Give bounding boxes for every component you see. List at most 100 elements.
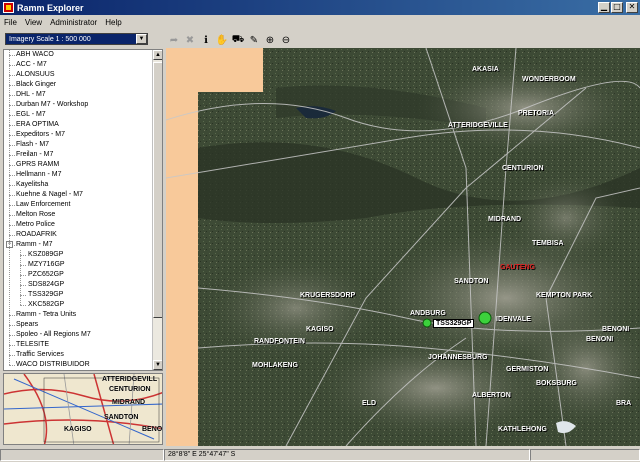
tree-group-item[interactable]: Black Ginger xyxy=(4,80,152,90)
app-icon xyxy=(3,2,14,13)
status-coordinates: 28°8'8" E 25°47'47" S xyxy=(164,449,530,461)
scroll-up-icon[interactable]: ▲ xyxy=(153,50,162,60)
tree-group-item[interactable]: DHL - M7 xyxy=(4,90,152,100)
tree-item-label: TELESITE xyxy=(16,341,50,348)
tree-group-item[interactable]: Hellmann - M7 xyxy=(4,170,152,180)
map-label: JOHANNESBURG xyxy=(428,354,488,361)
status-right xyxy=(530,449,640,461)
tree-group-item[interactable]: Flash - M7 xyxy=(4,140,152,150)
tree-group-item[interactable]: ACC - M7 xyxy=(4,60,152,70)
tree-item-label: ABH WACO xyxy=(16,51,54,58)
satellite-map[interactable]: AKASIA WONDERBOOM PRETORIA ATTERIDGEVILL… xyxy=(166,48,640,446)
map-label: ANDBURG xyxy=(410,310,446,317)
tree-group-item[interactable]: ROADAFRIK xyxy=(4,230,152,240)
tree-group-item[interactable]: Ramm - Tetra Units xyxy=(4,310,152,320)
tree-group-item[interactable]: Metro Police xyxy=(4,220,152,230)
delete-icon[interactable]: ✖ xyxy=(183,33,197,47)
map-label: ELD xyxy=(362,400,376,407)
tree-item-label: Traffic Services xyxy=(16,351,64,358)
maximize-button[interactable]: □ xyxy=(611,2,623,13)
map-toolbar: ➦ ✖ ℹ ✋ ⛟ ✎ ⊕ ⊖ xyxy=(167,31,293,49)
scroll-down-icon[interactable]: ▼ xyxy=(153,360,162,370)
overview-label: CENTURION xyxy=(109,386,151,393)
map-label: MOHLAKENG xyxy=(252,362,298,369)
tree-item-label: Black Ginger xyxy=(16,81,57,88)
tree-item-label: EGL - M7 xyxy=(16,111,46,118)
tree-group-item[interactable]: Melton Rose xyxy=(4,210,152,220)
scale-select[interactable]: Imagery Scale 1 : 500 000 ▼ xyxy=(5,33,148,45)
map-label: CENTURION xyxy=(502,165,544,172)
overview-map[interactable]: ATTERIDGEVILL CENTURION MIDRAND SANDTON … xyxy=(3,373,163,445)
menu-file[interactable]: File xyxy=(0,18,21,27)
map-label: IDENVALE xyxy=(496,316,531,323)
tree-item-label: WACO DISTRIBUIDOR xyxy=(16,361,90,368)
zoom-in-icon[interactable]: ⊕ xyxy=(263,33,277,47)
overview-label: MIDRAND xyxy=(112,399,146,406)
tree-scrollbar[interactable]: ▲ ▼ xyxy=(152,50,162,370)
tree-vehicle-item[interactable]: SDS824GP xyxy=(4,280,152,290)
tree-item-label: MZY716GP xyxy=(28,261,65,268)
tree-group-item[interactable]: − Ramm - M7 xyxy=(4,240,152,250)
tree-group-item[interactable]: WACO DISTRIBUIDOR xyxy=(4,360,152,370)
tree-group-item[interactable]: Durban M7 - Workshop xyxy=(4,100,152,110)
tree-group-item[interactable]: ABH WACO xyxy=(4,50,152,60)
measure-icon[interactable]: ✎ xyxy=(247,33,261,47)
map-label: RANDFONTEIN xyxy=(254,338,305,345)
tree-group-item[interactable]: TELESITE xyxy=(4,340,152,350)
tree-group-item[interactable]: Kayelitsha xyxy=(4,180,152,190)
tree-vehicle-item[interactable]: XKC582GP xyxy=(4,300,152,310)
tree-group-item[interactable]: Freilan - M7 xyxy=(4,150,152,160)
tree-group-item[interactable]: Expeditors - M7 xyxy=(4,130,152,140)
tree-item-label: KSZ089GP xyxy=(28,251,64,258)
vehicle-marker-icon[interactable] xyxy=(478,311,492,325)
tree-group-item[interactable]: ALONSUUS xyxy=(4,70,152,80)
tree-item-label: Durban M7 - Workshop xyxy=(16,101,89,108)
tree-item-label: DHL - M7 xyxy=(16,91,46,98)
vehicle-locate-icon[interactable]: ⛟ xyxy=(231,33,245,47)
overview-roads xyxy=(4,374,162,444)
map-label: KEMPTON PARK xyxy=(536,292,593,299)
tree-item-label: Kayelitsha xyxy=(16,181,49,188)
tree-vehicle-item[interactable]: KSZ089GP xyxy=(4,250,152,260)
tree-group-item[interactable]: Spoleo - All Regions M7 xyxy=(4,330,152,340)
map-label: KRUGERSDORP xyxy=(300,292,356,299)
tree-item-label: Freilan - M7 xyxy=(16,151,54,158)
map-label: SANDTON xyxy=(454,278,489,285)
tree-vehicle-item[interactable]: MZY716GP xyxy=(4,260,152,270)
title-bar[interactable]: Ramm Explorer ▁ □ ✕ xyxy=(0,0,640,15)
tree-group-item[interactable]: Kuehne & Nagel - M7 xyxy=(4,190,152,200)
pan-hand-icon[interactable]: ✋ xyxy=(215,33,229,47)
overview-label: KAGISO xyxy=(64,426,92,433)
scale-select-value: Imagery Scale 1 : 500 000 xyxy=(9,35,91,43)
tree-group-item[interactable]: EGL - M7 xyxy=(4,110,152,120)
chevron-down-icon[interactable]: ▼ xyxy=(136,34,147,44)
tree-group-item[interactable]: ERA OPTIMA xyxy=(4,120,152,130)
info-icon[interactable]: ℹ xyxy=(199,33,213,47)
map-label: TEMBISA xyxy=(532,240,564,247)
tree-group-item[interactable]: Traffic Services xyxy=(4,350,152,360)
tree-group-item[interactable]: GPRS RAMM xyxy=(4,160,152,170)
scroll-thumb[interactable] xyxy=(153,62,162,318)
close-button[interactable]: ✕ xyxy=(626,2,638,13)
tree-item-label: Melton Rose xyxy=(16,211,56,218)
vehicle-marker-icon[interactable] xyxy=(422,318,432,328)
zoom-out-icon[interactable]: ⊖ xyxy=(279,33,293,47)
tree-item-label: GPRS RAMM xyxy=(16,161,60,168)
tree-item-label: PZC652GP xyxy=(28,271,64,278)
window-controls: ▁ □ ✕ xyxy=(598,2,638,13)
menu-administrator[interactable]: Administrator xyxy=(46,18,101,27)
back-arrow-icon[interactable]: ➦ xyxy=(167,33,181,47)
tree-item-label: Law Enforcement xyxy=(16,201,71,208)
tree-vehicle-item[interactable]: TSS329GP xyxy=(4,290,152,300)
vehicle-tag[interactable]: TSS329GP xyxy=(433,319,475,328)
map-label: BOKSBURG xyxy=(536,380,577,387)
tree-vehicle-item[interactable]: PZC652GP xyxy=(4,270,152,280)
tree-group-item[interactable]: Spears xyxy=(4,320,152,330)
tree-item-label: ROADAFRIK xyxy=(16,231,57,238)
menu-view[interactable]: View xyxy=(21,18,46,27)
tree-group-item[interactable]: Law Enforcement xyxy=(4,200,152,210)
map-label: AKASIA xyxy=(472,66,499,73)
menu-help[interactable]: Help xyxy=(101,18,125,27)
minimize-button[interactable]: ▁ xyxy=(598,2,610,13)
map-label: BRA xyxy=(616,400,632,407)
